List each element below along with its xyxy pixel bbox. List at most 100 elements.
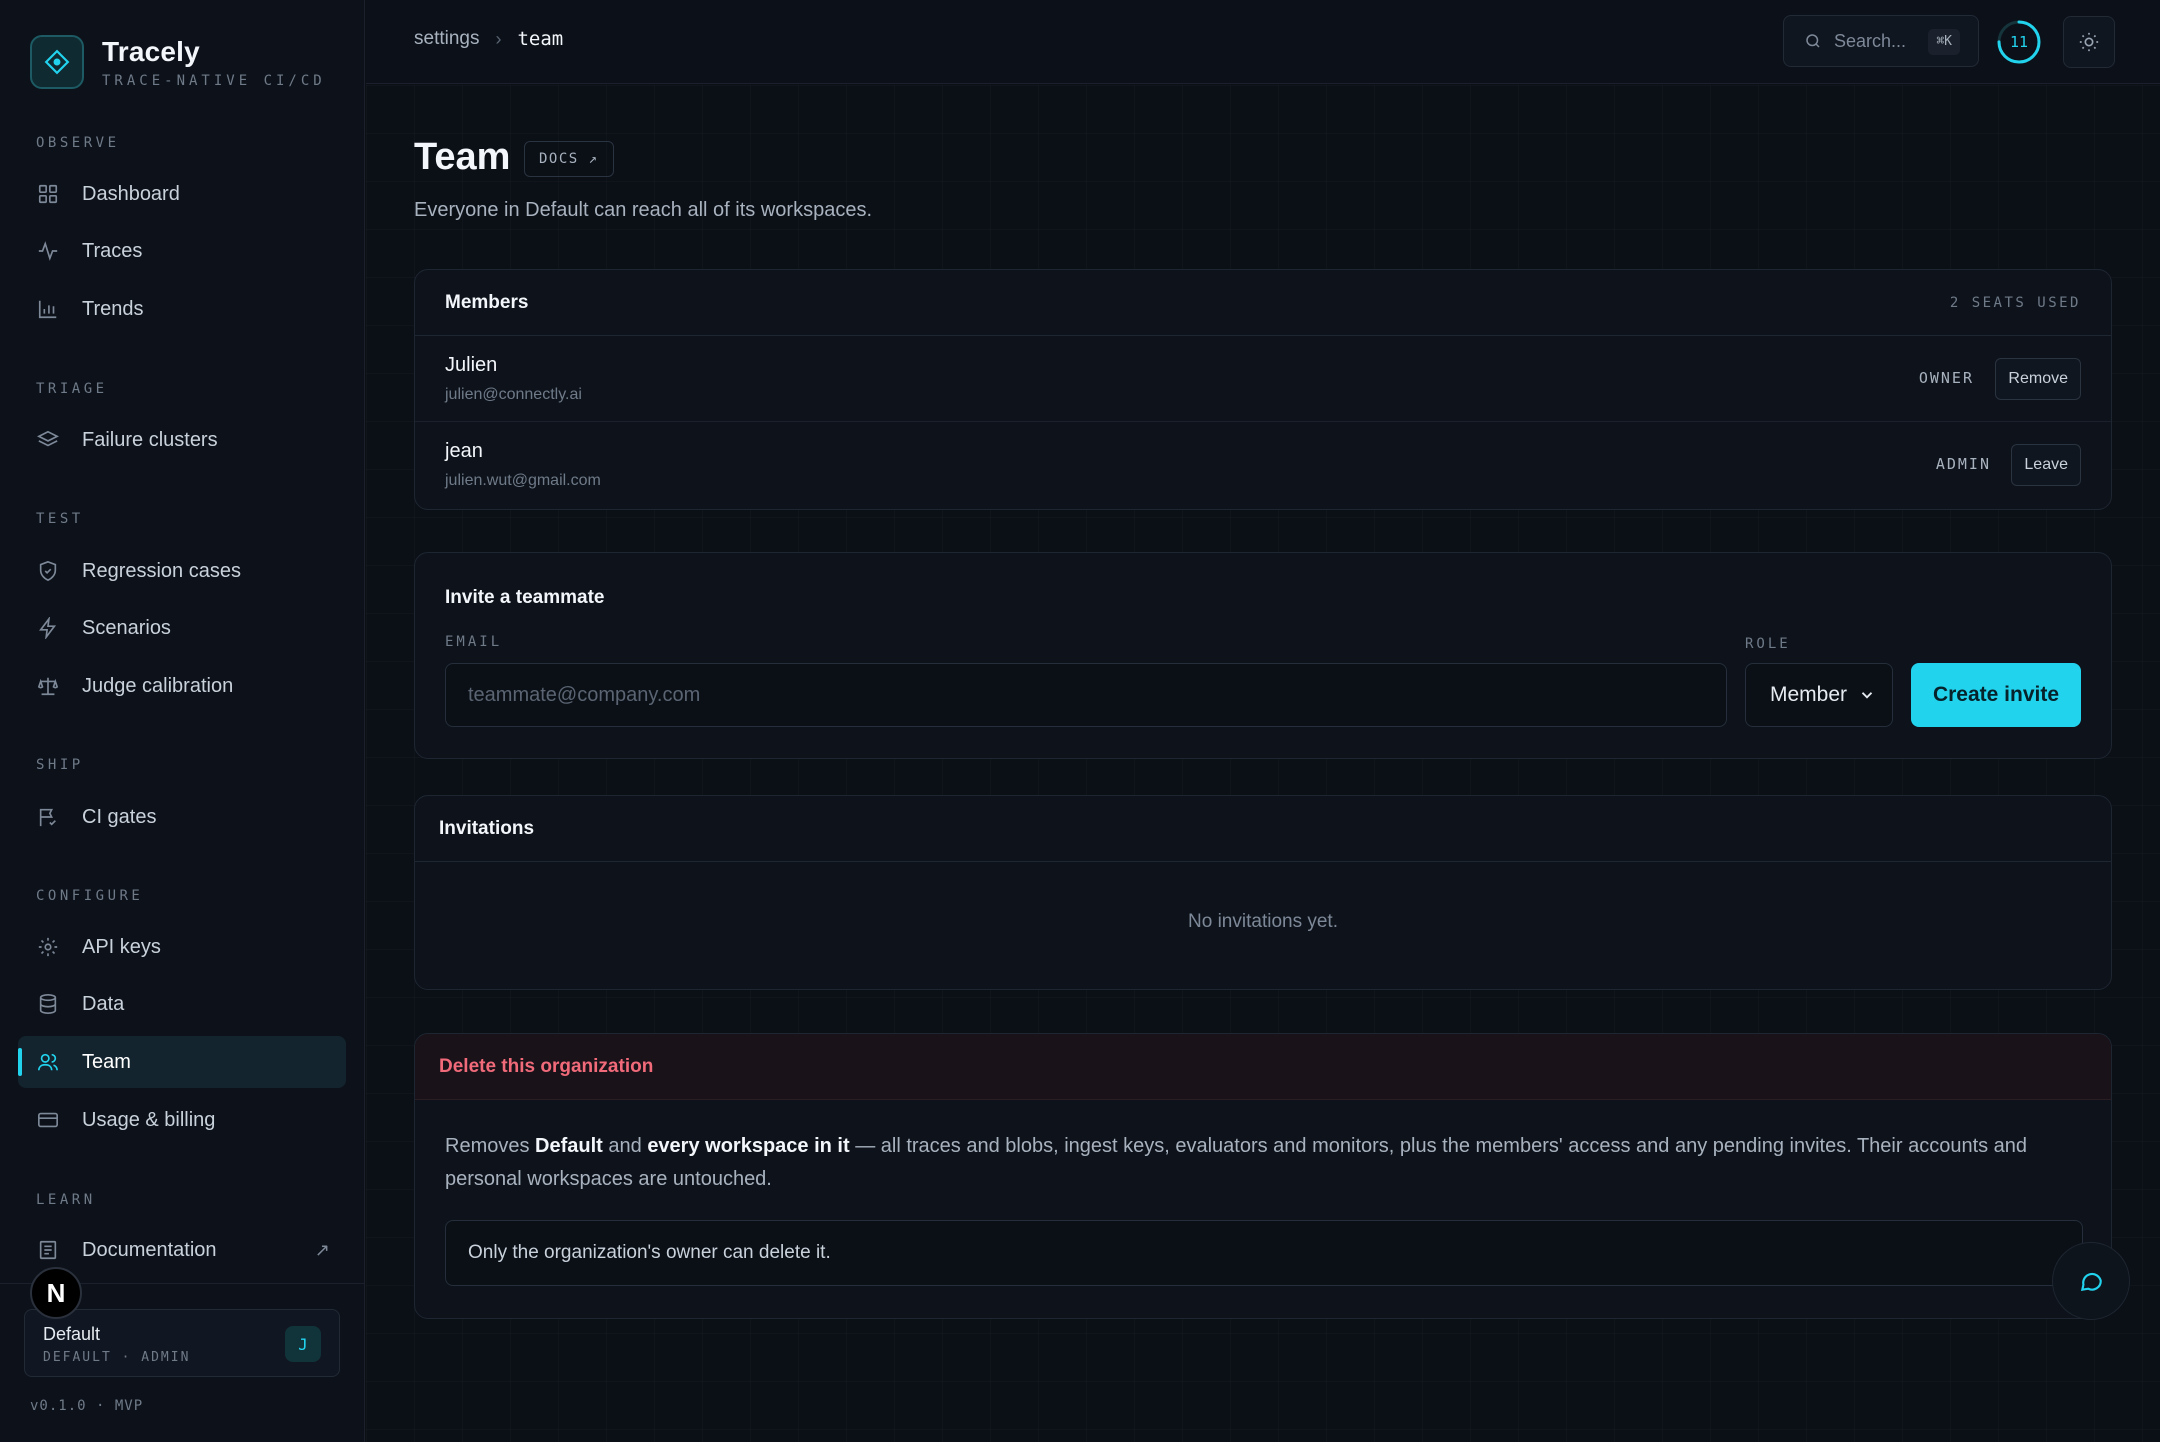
book-icon: [36, 1238, 60, 1262]
n-badge[interactable]: N: [30, 1267, 82, 1319]
gear-icon: [36, 935, 60, 959]
shield-check-icon: [36, 559, 60, 583]
seats-used: 2 SEATS USED: [1949, 295, 2081, 311]
sidebar-item-scenarios[interactable]: Scenarios: [18, 602, 346, 654]
list-item: Julien julien@connectly.ai OWNER Remove: [415, 336, 2111, 422]
nav-section-learn: LEARN: [36, 1192, 96, 1208]
sidebar-item-label: API keys: [82, 935, 161, 958]
search-icon: [1806, 34, 1820, 48]
email-field[interactable]: [445, 663, 1727, 727]
org-name: Default: [43, 1324, 101, 1344]
member-email: julien@connectly.ai: [445, 386, 582, 403]
breadcrumb-team: team: [517, 28, 564, 50]
danger-description: Removes Default and every workspace in i…: [445, 1130, 2065, 1196]
danger-zone-card: Delete this organization Removes Default…: [414, 1033, 2112, 1319]
app-tagline: TRACE-NATIVE CI/CD: [102, 72, 326, 89]
email-label: EMAIL: [445, 634, 503, 650]
ring-count: 11: [2009, 33, 2029, 51]
sidebar-item-regression-cases[interactable]: Regression cases: [18, 545, 346, 597]
sidebar-item-label: Trends: [82, 297, 144, 320]
topbar: settings › team Search... ⌘K 11: [366, 0, 2160, 84]
members-card: Members 2 SEATS USED Julien julien@conne…: [414, 269, 2112, 510]
sidebar-item-documentation[interactable]: Documentation ↗: [18, 1224, 346, 1276]
credit-card-icon: [36, 1108, 60, 1132]
sidebar-item-judge-calibration[interactable]: Judge calibration: [18, 660, 346, 712]
grid-icon: [36, 182, 60, 206]
sidebar: Tracely TRACE-NATIVE CI/CD OBSERVE Dashb…: [0, 0, 365, 1442]
chat-button[interactable]: [2052, 1242, 2130, 1320]
org-subtitle: DEFAULT · ADMIN: [43, 1350, 191, 1365]
danger-text-part: every workspace in it: [647, 1135, 850, 1157]
sidebar-item-label: Usage & billing: [82, 1108, 216, 1131]
sidebar-item-label: Team: [82, 1050, 131, 1073]
sidebar-item-trends[interactable]: Trends: [18, 283, 346, 335]
danger-text-part: Removes: [445, 1135, 536, 1157]
leave-button[interactable]: Leave: [2011, 444, 2081, 486]
sidebar-item-label: Dashboard: [82, 182, 180, 205]
sun-icon: [2079, 32, 2099, 52]
flag-check-icon: [36, 805, 60, 829]
sidebar-item-data[interactable]: Data: [18, 978, 346, 1030]
lightning-icon: [36, 616, 60, 640]
invitations-title: Invitations: [439, 818, 535, 839]
danger-text-part: and: [602, 1135, 648, 1157]
theme-toggle-button[interactable]: [2063, 16, 2115, 68]
invitations-card: Invitations No invitations yet.: [414, 795, 2112, 990]
owner-only-notice: Only the organization's owner can delete…: [445, 1220, 2083, 1286]
sidebar-item-label: Scenarios: [82, 616, 171, 639]
chevron-down-icon: [1861, 692, 1873, 699]
member-role: ADMIN: [1935, 455, 1991, 473]
role-select[interactable]: Member: [1745, 663, 1893, 727]
external-link-icon: ↗: [314, 1239, 330, 1260]
chevron-right-icon: ›: [495, 28, 502, 49]
create-invite-button[interactable]: Create invite: [1911, 663, 2081, 727]
version-label: v0.1.0 · MVP: [30, 1398, 144, 1414]
breadcrumb: settings › team: [414, 28, 563, 50]
sidebar-item-dashboard[interactable]: Dashboard: [18, 168, 346, 220]
breadcrumb-settings[interactable]: settings: [414, 28, 479, 50]
search-input[interactable]: Search... ⌘K: [1783, 15, 1979, 67]
sidebar-item-ci-gates[interactable]: CI gates: [18, 791, 346, 843]
users-icon: [36, 1050, 60, 1074]
invite-card: Invite a teammate EMAIL ROLE Member Crea…: [414, 552, 2112, 759]
docs-link-button[interactable]: DOCS ↗: [524, 141, 614, 177]
nav-section-ship: SHIP: [36, 757, 84, 773]
pulse-icon: [36, 239, 60, 263]
sidebar-item-label: Traces: [82, 239, 143, 262]
sidebar-item-label: CI gates: [82, 805, 157, 828]
page-subtitle: Everyone in Default can reach all of its…: [414, 199, 872, 221]
scale-icon: [36, 674, 60, 698]
member-role: OWNER: [1918, 369, 1974, 387]
bar-chart-icon: [36, 297, 60, 321]
chat-icon: [2080, 1272, 2102, 1291]
member-name: Julien: [445, 354, 498, 376]
nav-section-triage: TRIAGE: [36, 381, 108, 397]
role-label: ROLE: [1745, 636, 1791, 652]
danger-title: Delete this organization: [439, 1056, 654, 1077]
page-title: Team: [414, 136, 511, 178]
sidebar-item-api-keys[interactable]: API keys: [18, 921, 346, 973]
app-name: Tracely: [102, 35, 200, 67]
empty-state: No invitations yet.: [1188, 911, 1338, 932]
layers-icon: [36, 428, 60, 452]
remove-member-button[interactable]: Remove: [1995, 358, 2081, 400]
database-icon: [36, 992, 60, 1016]
danger-text-part: Default: [535, 1135, 603, 1157]
sidebar-item-team[interactable]: Team: [18, 1036, 346, 1088]
nav-section-observe: OBSERVE: [36, 135, 120, 151]
sidebar-item-label: Documentation: [82, 1238, 217, 1261]
sidebar-item-label: Failure clusters: [82, 428, 218, 451]
sidebar-item-label: Data: [82, 992, 125, 1015]
invite-title: Invite a teammate: [445, 587, 605, 608]
sidebar-item-failure-clusters[interactable]: Failure clusters: [18, 414, 346, 466]
org-switcher[interactable]: Default DEFAULT · ADMIN J: [24, 1309, 340, 1377]
activity-ring[interactable]: 11: [1996, 19, 2042, 65]
member-email: julien.wut@gmail.com: [445, 472, 601, 489]
sidebar-item-traces[interactable]: Traces: [18, 225, 346, 277]
role-value: Member: [1770, 683, 1848, 706]
sidebar-item-usage-billing[interactable]: Usage & billing: [18, 1094, 346, 1146]
brand[interactable]: Tracely TRACE-NATIVE CI/CD: [30, 35, 326, 89]
sidebar-item-label: Regression cases: [82, 559, 241, 582]
logo-icon: [30, 35, 84, 89]
nav-section-configure: CONFIGURE: [36, 888, 144, 904]
